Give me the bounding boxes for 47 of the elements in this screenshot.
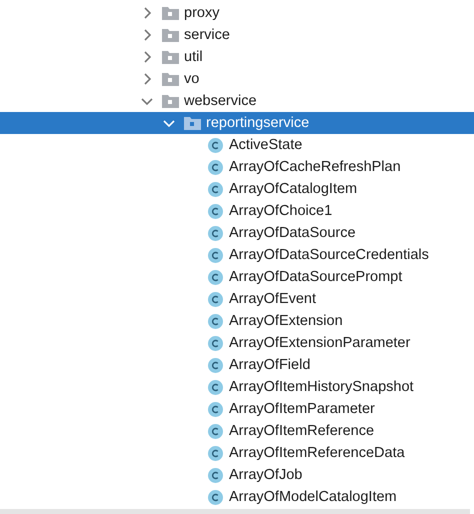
class-name[interactable]: ArrayOfChoice1: [229, 203, 332, 219]
class-name[interactable]: ArrayOfCatalogItem: [229, 181, 358, 197]
class-icon: [208, 358, 223, 372]
class-icon: [208, 490, 223, 504]
class-icon: [208, 446, 223, 460]
class-name[interactable]: ArrayOfDataSourceCredentials: [229, 247, 429, 263]
folder-icon: [162, 94, 179, 108]
class-icon: [208, 226, 223, 240]
class-name[interactable]: ArrayOfDataSource: [229, 225, 356, 241]
class-name[interactable]: ActiveState: [229, 137, 302, 153]
class-icon: [208, 160, 223, 174]
class-name[interactable]: ArrayOfCacheRefreshPlan: [229, 159, 401, 175]
folder-icon: [162, 28, 179, 42]
folder-icon: [162, 50, 179, 64]
folder-icon: [184, 116, 201, 130]
package-name[interactable]: reportingservice: [206, 115, 310, 131]
class-icon: [208, 270, 223, 284]
package-name[interactable]: util: [184, 49, 203, 65]
class-icon: [208, 182, 223, 196]
class-icon: [208, 402, 223, 416]
class-name[interactable]: ArrayOfModelCatalogItem: [229, 489, 397, 505]
package-name[interactable]: vo: [184, 71, 200, 87]
selected-row-highlight[interactable]: reportingservice: [0, 112, 474, 134]
folder-icon: [162, 72, 179, 86]
folder-icon: [162, 6, 179, 20]
class-icon: [208, 336, 223, 350]
class-icon: [208, 468, 223, 482]
class-icon: [208, 204, 223, 218]
class-name[interactable]: ArrayOfField: [229, 357, 310, 373]
class-name[interactable]: ArrayOfItemParameter: [229, 401, 375, 417]
class-name[interactable]: ArrayOfEvent: [229, 291, 316, 307]
package-name[interactable]: service: [184, 27, 230, 43]
class-icon: [208, 314, 223, 328]
package-name[interactable]: proxy: [184, 5, 220, 21]
class-name[interactable]: ArrayOfJob: [229, 467, 302, 483]
package-name[interactable]: webservice: [184, 93, 257, 109]
class-name[interactable]: ArrayOfItemReferenceData: [229, 445, 405, 461]
class-name[interactable]: ArrayOfItemHistorySnapshot: [229, 379, 414, 395]
class-name[interactable]: ArrayOfItemReference: [229, 423, 374, 439]
class-icon: [208, 138, 223, 152]
class-name[interactable]: ArrayOfDataSourcePrompt: [229, 269, 402, 285]
class-name[interactable]: ArrayOfExtensionParameter: [229, 335, 410, 351]
class-icon: [208, 292, 223, 306]
class-name[interactable]: ArrayOfExtension: [229, 313, 343, 329]
class-icon: [208, 248, 223, 262]
class-icon: [208, 380, 223, 394]
class-icon: [208, 424, 223, 438]
